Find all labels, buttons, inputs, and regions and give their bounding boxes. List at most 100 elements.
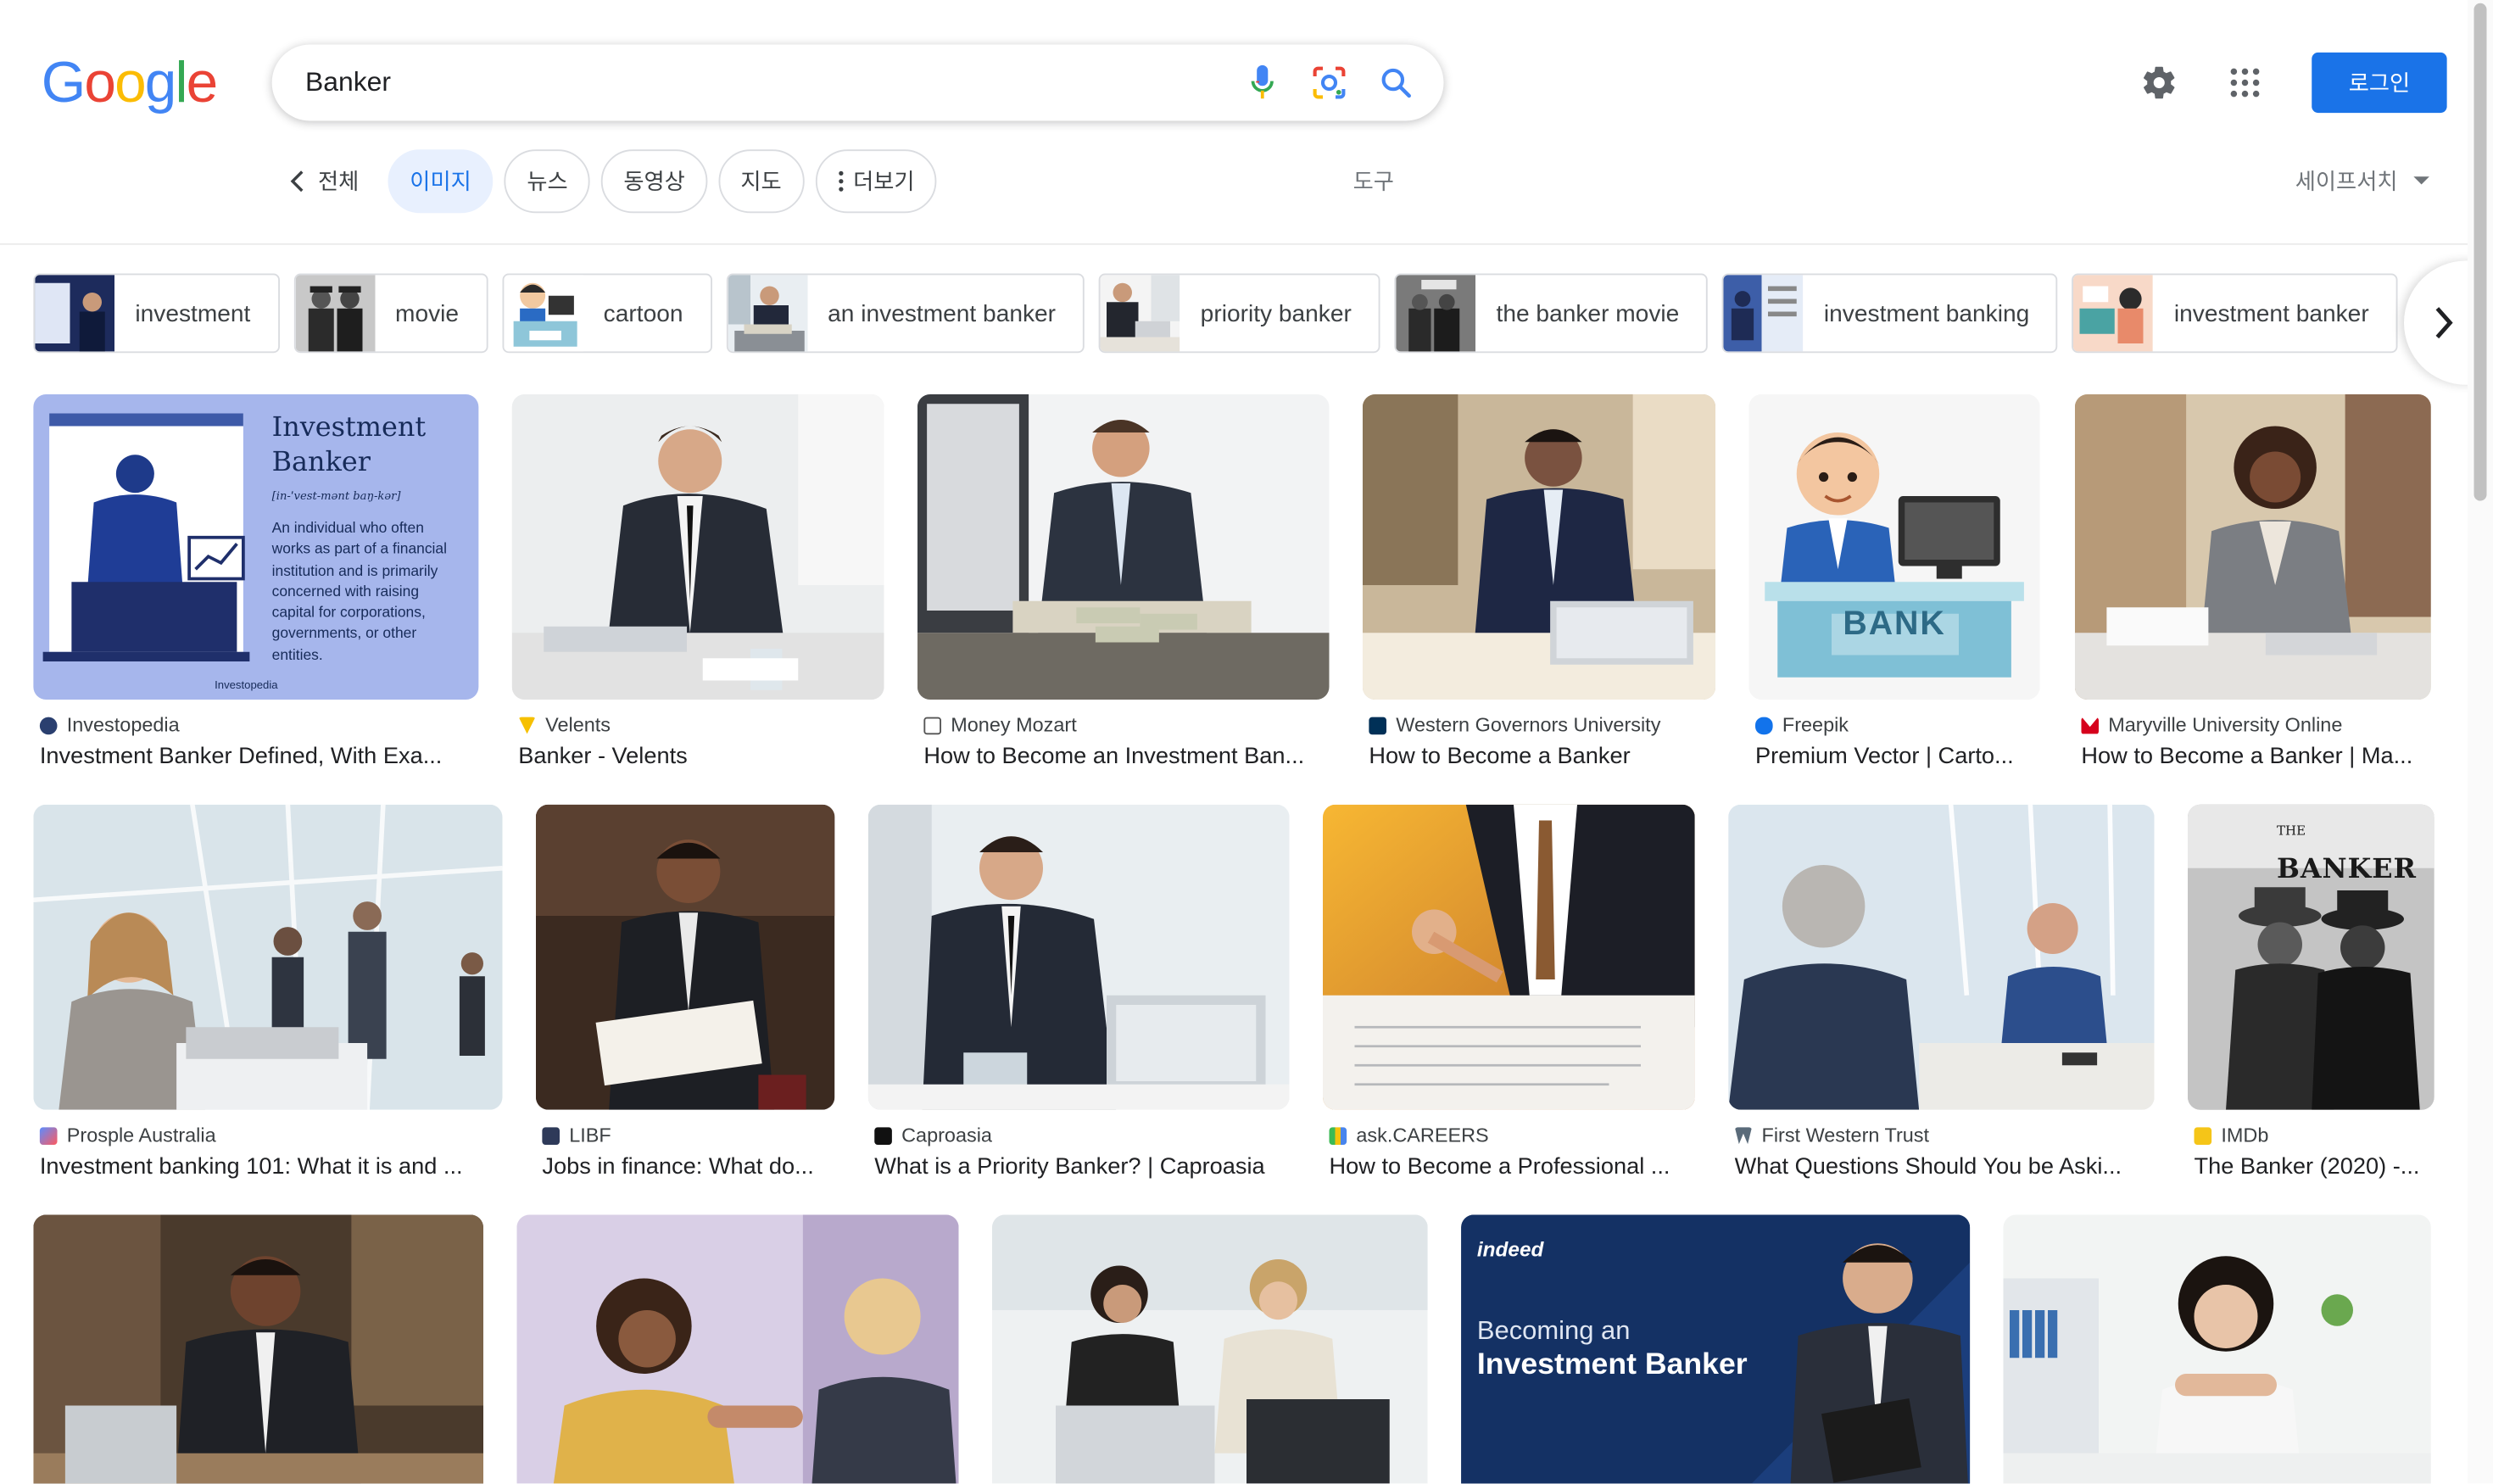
result-title[interactable]: Jobs in finance: What do...: [542, 1154, 828, 1180]
result-thumbnail[interactable]: [2074, 394, 2431, 700]
chip-priority-banker[interactable]: priority banker: [1098, 273, 1380, 354]
chip-investment-banking[interactable]: investment banking: [1721, 273, 2059, 354]
result-title[interactable]: Premium Vector | Carto...: [1755, 745, 2033, 770]
result-title[interactable]: Banker - Velents: [518, 745, 878, 770]
image-result[interactable]: LIBF Jobs in finance: What do...: [535, 804, 835, 1180]
result-title[interactable]: How to Become a Banker | Ma...: [2081, 745, 2424, 770]
image-result[interactable]: [2003, 1214, 2431, 1484]
google-logo[interactable]: Google: [41, 49, 218, 114]
source-name[interactable]: Maryville University Online: [2108, 714, 2342, 736]
source-name[interactable]: Investopedia: [67, 714, 180, 736]
tab-videos[interactable]: 동영상: [601, 149, 708, 214]
source-name[interactable]: LIBF: [569, 1124, 611, 1146]
login-button[interactable]: 로그인: [2312, 52, 2447, 114]
result-thumbnail[interactable]: [1362, 394, 1716, 700]
chip-cartoon[interactable]: cartoon: [501, 273, 712, 354]
result-title[interactable]: Investment banking 101: What it is and .…: [40, 1154, 496, 1180]
chip-investment-banker[interactable]: investment banker: [2072, 273, 2398, 354]
result-title[interactable]: The Banker (2020) -...: [2195, 1154, 2429, 1180]
gear-icon[interactable]: [2140, 64, 2178, 102]
result-thumbnail[interactable]: [33, 804, 503, 1110]
chip-thumbnail: [728, 275, 807, 352]
source-name[interactable]: IMDb: [2221, 1124, 2268, 1146]
image-result[interactable]: indeed Becoming an Investment Banker: [1461, 1214, 1971, 1484]
tab-more[interactable]: 더보기: [815, 149, 937, 214]
image-result[interactable]: [992, 1214, 1428, 1484]
image-result[interactable]: Western Governors University How to Beco…: [1362, 394, 1716, 770]
image-heading: Banker: [271, 446, 371, 479]
image-result[interactable]: [33, 1214, 483, 1484]
source-favicon: [1734, 1126, 1753, 1145]
chip-thumbnail: [1396, 275, 1476, 352]
tab-maps[interactable]: 지도: [718, 149, 804, 214]
source-name[interactable]: Velents: [545, 714, 611, 736]
result-thumbnail[interactable]: BANK: [1748, 394, 2040, 700]
logo-letter: G: [41, 49, 86, 114]
safesearch-dropdown[interactable]: 세이프서치: [2295, 165, 2429, 198]
result-title[interactable]: How to Become a Professional ...: [1330, 1154, 1689, 1180]
tab-images[interactable]: 이미지: [388, 149, 494, 214]
camera-lens-icon[interactable]: [1310, 64, 1348, 102]
chip-investment[interactable]: investment: [33, 273, 280, 354]
chip-movie[interactable]: movie: [293, 273, 488, 354]
chevron-right-icon: [2435, 307, 2453, 339]
image-result[interactable]: Maryville University Online How to Becom…: [2074, 394, 2431, 770]
image-result[interactable]: Money Mozart How to Become an Investment…: [917, 394, 1330, 770]
image-result[interactable]: First Western Trust What Questions Shoul…: [1728, 804, 2155, 1180]
source-name[interactable]: Money Mozart: [951, 714, 1077, 736]
image-result[interactable]: Investment Banker [in-ˈvest-mənt baŋ-kər…: [33, 394, 479, 770]
image-result[interactable]: [516, 1214, 959, 1484]
image-sign-text: BANK: [1843, 605, 1946, 643]
source-name[interactable]: Prosple Australia: [67, 1124, 216, 1146]
source-favicon: [2194, 1126, 2212, 1145]
source-name[interactable]: ask.CAREERS: [1356, 1124, 1488, 1146]
chip-label: investment banking: [1823, 299, 2030, 327]
image-result[interactable]: THE BANKER IMDb The Banker (2020) -...: [2188, 804, 2434, 1180]
chip-thumbnail: [35, 275, 114, 352]
result-thumbnail[interactable]: [1323, 804, 1695, 1110]
source-name[interactable]: Caproasia: [901, 1124, 992, 1146]
source-name[interactable]: First Western Trust: [1762, 1124, 1930, 1146]
result-thumbnail[interactable]: [1728, 804, 2155, 1110]
search-box: [271, 44, 1444, 121]
result-title[interactable]: How to Become a Banker: [1369, 745, 1709, 770]
result-thumbnail[interactable]: THE BANKER: [2188, 804, 2434, 1110]
result-thumbnail[interactable]: [511, 394, 884, 700]
apps-grid-icon[interactable]: [2226, 64, 2264, 102]
result-thumbnail[interactable]: [917, 394, 1330, 700]
result-thumbnail[interactable]: [992, 1214, 1428, 1484]
source-name[interactable]: Freepik: [1782, 714, 1849, 736]
image-result[interactable]: Velents Banker - Velents: [511, 394, 884, 770]
image-line: Investment Banker: [1476, 1348, 1748, 1382]
tab-all-back[interactable]: 전체: [283, 149, 378, 213]
tab-news[interactable]: 뉴스: [505, 149, 590, 214]
tools-button[interactable]: 도구: [1353, 165, 1394, 198]
result-thumbnail[interactable]: [2003, 1214, 2431, 1484]
image-brand: indeed: [1476, 1236, 1544, 1261]
result-title[interactable]: What is a Priority Banker? | Caproasia: [874, 1154, 1283, 1180]
chip-thumbnail: [2073, 275, 2154, 352]
search-icon[interactable]: [1377, 64, 1415, 102]
result-thumbnail[interactable]: [535, 804, 835, 1110]
result-thumbnail[interactable]: [33, 1214, 483, 1484]
image-result[interactable]: Caproasia What is a Priority Banker? | C…: [867, 804, 1290, 1180]
chip-the-banker-movie[interactable]: the banker movie: [1394, 273, 1709, 354]
result-thumbnail[interactable]: [867, 804, 1290, 1110]
image-result[interactable]: BANK Freepik Premium Vector | Carto...: [1748, 394, 2040, 770]
image-result[interactable]: ask.CAREERS How to Become a Professional…: [1323, 804, 1695, 1180]
search-input[interactable]: [305, 64, 1196, 101]
microphone-icon[interactable]: [1243, 64, 1281, 102]
chip-an-investment-banker[interactable]: an investment banker: [726, 273, 1085, 354]
source-name[interactable]: Western Governors University: [1396, 714, 1660, 736]
page-scrollbar[interactable]: [2468, 0, 2493, 1484]
result-thumbnail[interactable]: indeed Becoming an Investment Banker: [1461, 1214, 1971, 1484]
result-thumbnail[interactable]: [516, 1214, 959, 1484]
result-title[interactable]: Investment Banker Defined, With Exa...: [40, 745, 472, 770]
result-title[interactable]: How to Become an Investment Ban...: [923, 745, 1323, 770]
image-result[interactable]: Prosple Australia Investment banking 101…: [33, 804, 503, 1180]
source-favicon: [1755, 716, 1773, 734]
result-thumbnail[interactable]: Investment Banker [in-ˈvest-mənt baŋ-kər…: [33, 394, 479, 700]
scrollbar-thumb[interactable]: [2473, 3, 2487, 501]
result-title[interactable]: What Questions Should You be Aski...: [1735, 1154, 2149, 1180]
result-image: [33, 1214, 483, 1484]
